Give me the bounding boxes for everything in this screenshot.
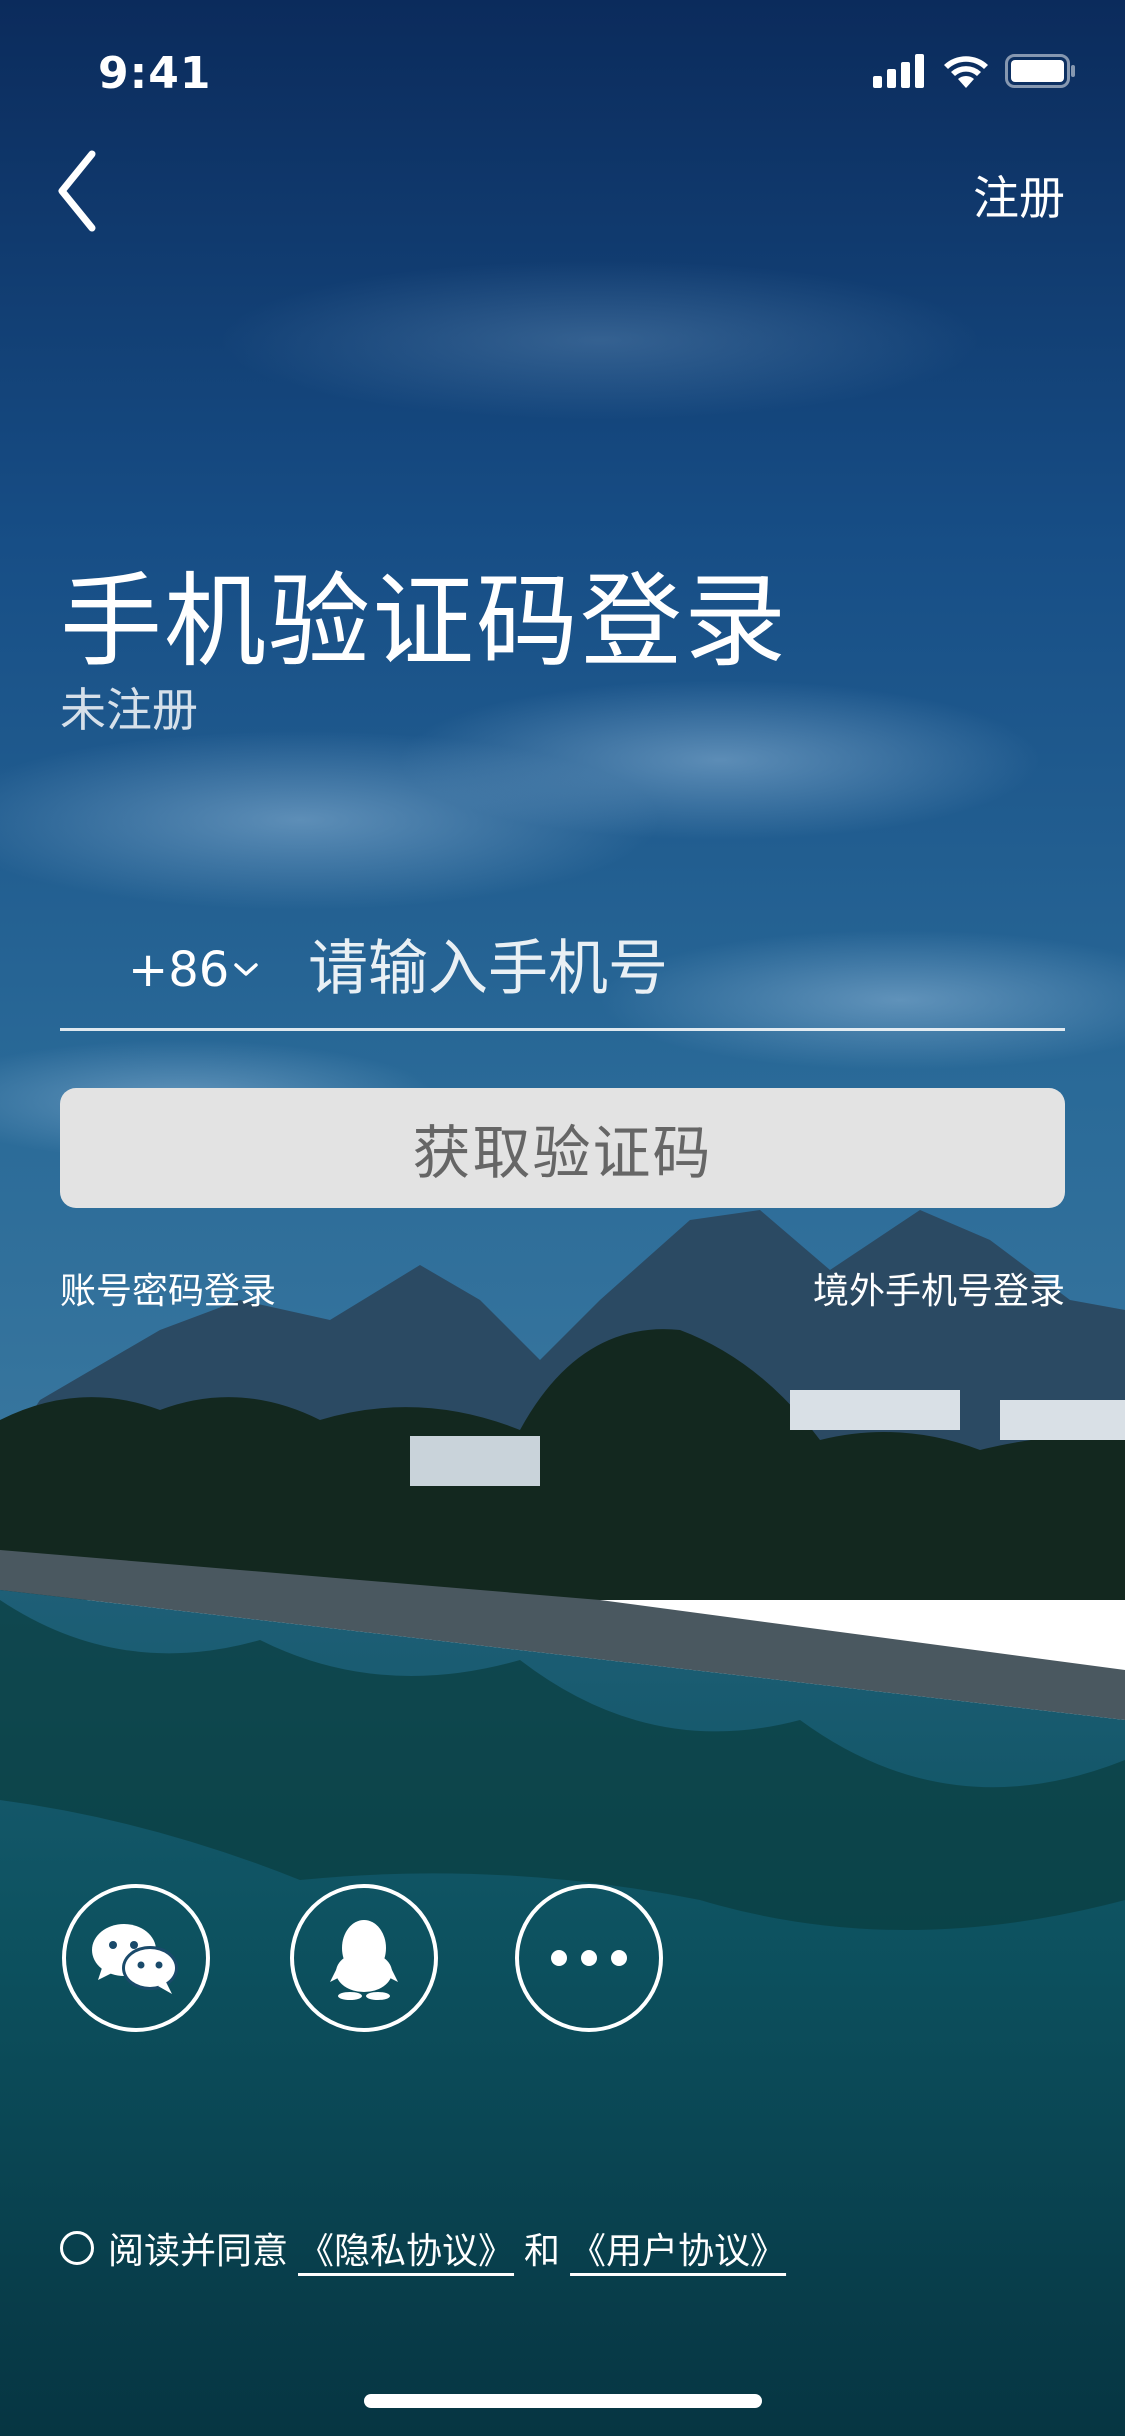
phone-input[interactable] xyxy=(306,928,1030,1010)
country-code-selector[interactable]: +86 xyxy=(128,942,259,998)
page-subtitle: 未注册 xyxy=(60,683,198,737)
more-icon xyxy=(551,1950,627,1966)
status-time: 9:41 xyxy=(98,48,212,99)
page-title: 手机验证码登录 xyxy=(60,563,788,682)
agreement-radio[interactable] xyxy=(60,2231,94,2265)
status-icons xyxy=(873,54,1077,88)
wechat-icon xyxy=(92,1924,178,1994)
more-login-options-button[interactable] xyxy=(515,1884,663,2032)
overseas-phone-login-link[interactable]: 境外手机号登录 xyxy=(813,1262,1065,1314)
agreement-conjunction: 和 xyxy=(524,2231,561,2272)
agreement-row: 阅读并同意 《隐私协议》 和 《用户协议》 xyxy=(60,2222,786,2274)
chevron-left-icon xyxy=(58,150,96,232)
home-indicator xyxy=(364,2394,762,2408)
phone-input-row: +86 xyxy=(60,920,1065,1031)
wifi-icon xyxy=(944,56,988,88)
get-verification-code-button[interactable]: 获取验证码 xyxy=(60,1088,1065,1208)
signal-icon xyxy=(873,54,924,88)
chevron-down-icon xyxy=(234,963,259,976)
agreement-prefix: 阅读并同意 xyxy=(108,2231,289,2272)
qq-icon xyxy=(330,1920,398,2000)
password-login-link[interactable]: 账号密码登录 xyxy=(60,1262,276,1314)
background-landscape xyxy=(0,0,1125,2436)
qq-login-button[interactable] xyxy=(290,1884,438,2032)
wechat-login-button[interactable] xyxy=(62,1884,210,2032)
battery-icon xyxy=(1005,54,1075,88)
user-agreement-link[interactable]: 《用户协议》 xyxy=(570,2222,786,2274)
privacy-policy-link[interactable]: 《隐私协议》 xyxy=(298,2222,514,2274)
register-link[interactable]: 注册 xyxy=(973,162,1065,228)
country-code-value: +86 xyxy=(128,942,230,998)
back-button[interactable] xyxy=(52,146,102,236)
